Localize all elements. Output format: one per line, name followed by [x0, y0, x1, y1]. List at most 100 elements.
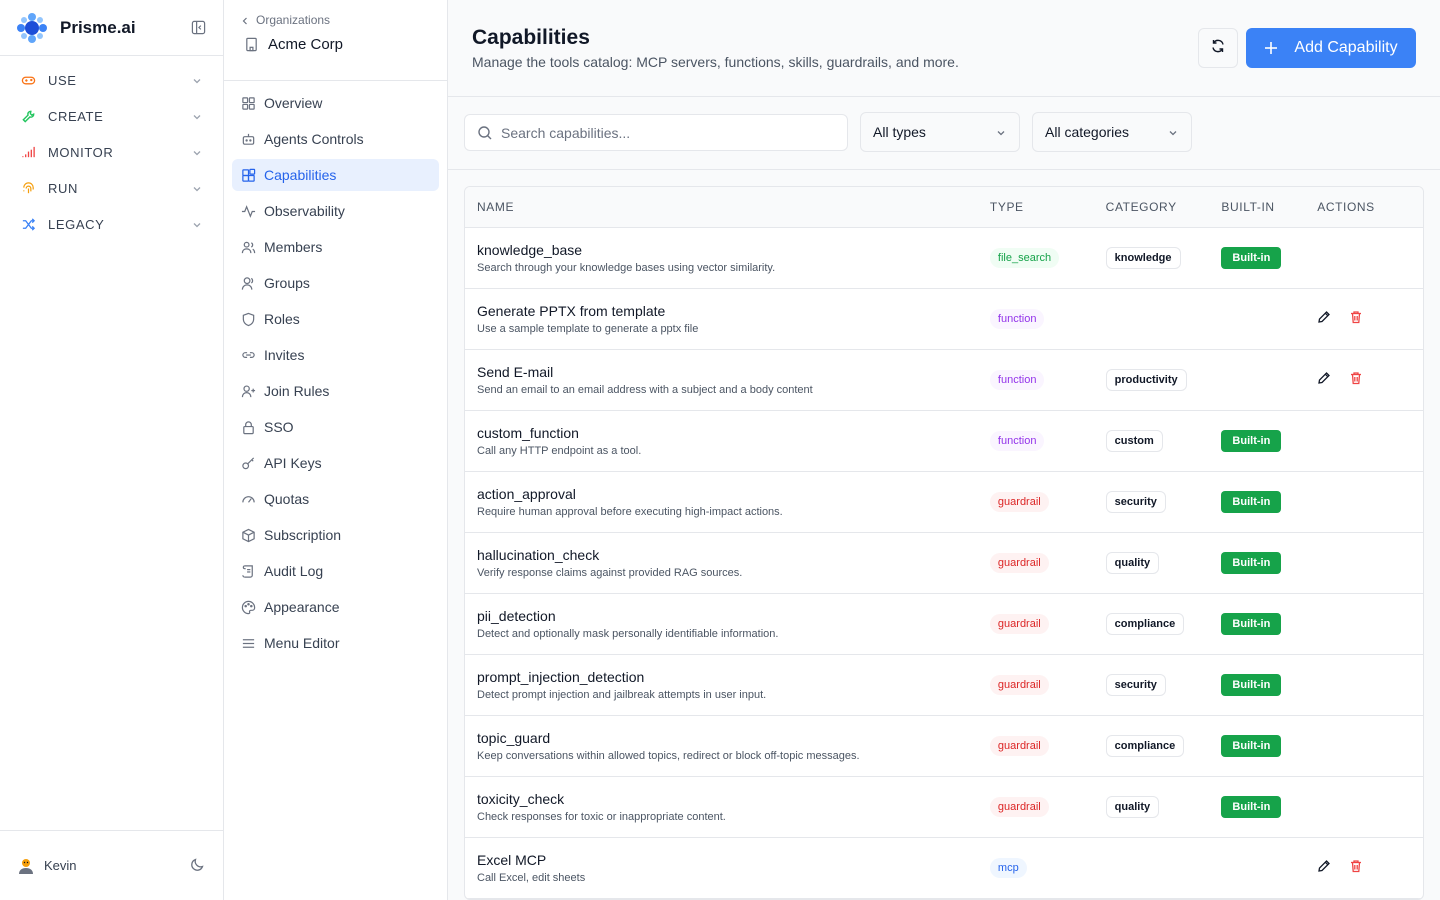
type-badge: guardrail — [989, 553, 1049, 573]
org-menu-item-observability[interactable]: Observability — [232, 195, 439, 227]
org-menu-item-agents-controls[interactable]: Agents Controls — [232, 123, 439, 155]
nav-section-label: LEGACY — [48, 216, 105, 232]
gauge-icon — [240, 491, 256, 507]
prisme-logo-icon[interactable] — [16, 12, 48, 44]
capability-name[interactable]: custom_function — [477, 425, 990, 441]
capability-name[interactable]: prompt_injection_detection — [477, 669, 990, 685]
link-icon — [240, 347, 256, 363]
cell-category: quality — [1105, 796, 1222, 818]
table-row[interactable]: custom_function Call any HTTP endpoint as… — [465, 411, 1423, 472]
capability-name[interactable]: pii_detection — [477, 608, 990, 624]
capability-name[interactable]: hallucination_check — [477, 547, 990, 563]
type-filter-select[interactable]: All types — [860, 112, 1020, 152]
org-menu-item-capabilities[interactable]: Capabilities — [232, 159, 439, 191]
nav-section-run[interactable]: RUN — [0, 170, 223, 206]
nav-section-monitor[interactable]: MONITOR — [0, 134, 223, 170]
cell-category: productivity — [1105, 369, 1222, 391]
capability-description: Send an email to an email address with a… — [477, 384, 813, 396]
breadcrumb[interactable]: Organizations — [240, 12, 431, 28]
search-input[interactable] — [501, 124, 835, 141]
org-menu-item-appearance[interactable]: Appearance — [232, 591, 439, 623]
org-menu-item-members[interactable]: Members — [232, 231, 439, 263]
user-name[interactable]: Kevin — [44, 858, 189, 873]
trash-icon — [1349, 859, 1363, 878]
org-menu-item-menu-editor[interactable]: Menu Editor — [232, 627, 439, 659]
capability-name[interactable]: knowledge_base — [477, 242, 990, 258]
nav-section-create[interactable]: CREATE — [0, 98, 223, 134]
add-capability-button[interactable]: Add Capability — [1246, 28, 1416, 68]
type-badge: function — [989, 370, 1045, 390]
capability-name[interactable]: Generate PPTX from template — [477, 303, 990, 319]
cell-name: Excel MCP Call Excel, edit sheets — [465, 852, 990, 884]
org-menu-item-overview[interactable]: Overview — [232, 87, 439, 119]
sidebar-collapse-icon[interactable] — [189, 19, 207, 37]
add-capability-label: Add Capability — [1294, 39, 1398, 56]
table-row[interactable]: action_approval Require human approval be… — [465, 472, 1423, 533]
main-nav: USE CREATE MONITOR RUN LEGACY — [0, 56, 223, 242]
org-menu-item-groups[interactable]: Groups — [232, 267, 439, 299]
nav-section-label: MONITOR — [48, 144, 114, 160]
avatar[interactable] — [16, 856, 36, 876]
capability-name[interactable]: topic_guard — [477, 730, 990, 746]
cell-builtin: Built-in — [1221, 430, 1317, 452]
cell-actions — [1317, 307, 1423, 331]
cell-type: function — [989, 370, 1106, 390]
user-plus-icon — [240, 383, 256, 399]
nav-section-use[interactable]: USE — [0, 62, 223, 98]
capability-description: Keep conversations within allowed topics… — [477, 750, 860, 762]
column-header-category: CATEGORY — [1105, 200, 1177, 214]
delete-button[interactable] — [1349, 307, 1381, 331]
type-badge: guardrail — [989, 614, 1049, 634]
edit-button[interactable] — [1317, 307, 1349, 331]
org-menu-label: API Keys — [264, 455, 322, 471]
table-row[interactable]: knowledge_base Search through your knowle… — [465, 228, 1423, 289]
edit-button[interactable] — [1317, 856, 1349, 880]
type-badge: guardrail — [989, 675, 1049, 695]
table-row[interactable]: Generate PPTX from template Use a sample … — [465, 289, 1423, 350]
org-menu-item-roles[interactable]: Roles — [232, 303, 439, 335]
cell-category: compliance — [1105, 735, 1222, 757]
capability-description: Verify response claims against provided … — [477, 567, 743, 579]
delete-button[interactable] — [1349, 368, 1381, 392]
table-row[interactable]: topic_guard Keep conversations within all… — [465, 716, 1423, 777]
table-row[interactable]: hallucination_check Verify response claim… — [465, 533, 1423, 594]
org-menu-item-subscription[interactable]: Subscription — [232, 519, 439, 551]
edit-button[interactable] — [1317, 368, 1349, 392]
builtin-badge: Built-in — [1221, 796, 1282, 818]
org-menu-label: Roles — [264, 311, 300, 327]
org-menu-item-audit-log[interactable]: Audit Log — [232, 555, 439, 587]
capability-description: Use a sample template to generate a pptx… — [477, 323, 699, 335]
builtin-badge: Built-in — [1221, 613, 1282, 635]
capability-name[interactable]: toxicity_check — [477, 791, 990, 807]
palette-icon — [240, 599, 256, 615]
cell-builtin: Built-in — [1221, 247, 1317, 269]
org-menu-item-invites[interactable]: Invites — [232, 339, 439, 371]
pencil-icon — [1317, 310, 1331, 329]
page-header: Capabilities Manage the tools catalog: M… — [448, 0, 1440, 97]
capability-name[interactable]: Excel MCP — [477, 852, 990, 868]
cell-name: hallucination_check Verify response claim… — [465, 547, 990, 579]
category-filter-select[interactable]: All categories — [1032, 112, 1192, 152]
delete-button[interactable] — [1349, 856, 1381, 880]
cell-builtin: Built-in — [1221, 491, 1317, 513]
cell-type: function — [989, 309, 1106, 329]
refresh-button[interactable] — [1198, 28, 1238, 68]
capabilities-table: NAME TYPE CATEGORY BUILT-IN ACTIONS know… — [464, 186, 1424, 900]
chevron-left-icon — [240, 15, 250, 25]
org-menu-item-join-rules[interactable]: Join Rules — [232, 375, 439, 407]
plus-icon — [1264, 41, 1278, 55]
moon-icon[interactable] — [189, 857, 207, 875]
table-row[interactable]: Excel MCP Call Excel, edit sheets mcp — [465, 838, 1423, 899]
table-row[interactable]: pii_detection Detect and optionally mask … — [465, 594, 1423, 655]
capability-name[interactable]: Send E-mail — [477, 364, 990, 380]
nav-section-legacy[interactable]: LEGACY — [0, 206, 223, 242]
capability-name[interactable]: action_approval — [477, 486, 990, 502]
column-header-type: TYPE — [989, 200, 1024, 214]
table-row[interactable]: prompt_injection_detection Detect prompt … — [465, 655, 1423, 716]
org-menu-item-api-keys[interactable]: API Keys — [232, 447, 439, 479]
org-menu-item-sso[interactable]: SSO — [232, 411, 439, 443]
table-row[interactable]: Send E-mail Send an email to an email add… — [465, 350, 1423, 411]
cell-name: prompt_injection_detection Detect prompt … — [465, 669, 990, 701]
org-menu-item-quotas[interactable]: Quotas — [232, 483, 439, 515]
table-row[interactable]: toxicity_check Check responses for toxic … — [465, 777, 1423, 838]
